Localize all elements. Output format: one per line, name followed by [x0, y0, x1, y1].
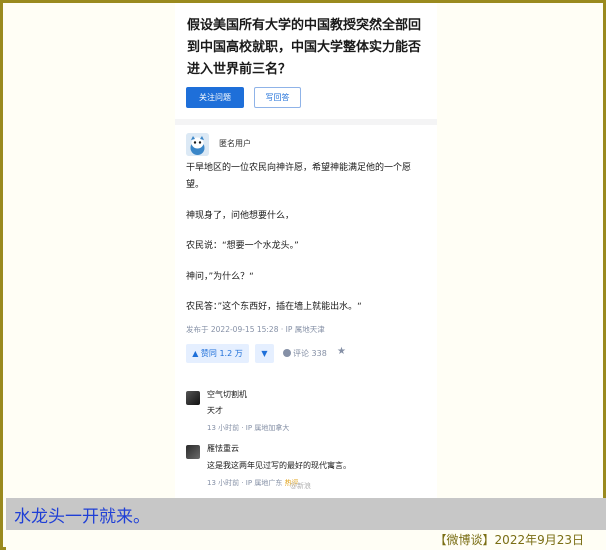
- footer-bar: 【微博谈】2022年9月23日: [6, 530, 606, 550]
- comment-button[interactable]: 评论 338: [283, 348, 327, 359]
- comment-count-label: 评论 338: [293, 349, 327, 358]
- answer-paragraph: 干旱地区的一位农民向神许愿，希望神能满足他的一个愿望。: [186, 163, 412, 190]
- answer-meta: 发布于 2022-09-15 15:28 · IP 属地天津: [186, 325, 325, 334]
- caption-bar: 水龙头一开就来。: [6, 498, 606, 530]
- section-divider: [175, 119, 437, 125]
- author-name[interactable]: 匿名用户: [219, 138, 251, 149]
- downvote-button[interactable]: ▼: [255, 344, 274, 363]
- write-answer-button[interactable]: 写回答: [254, 87, 301, 108]
- answer-paragraph: 神现身了，问他想要什么，: [186, 211, 295, 221]
- comment-bubble-icon: [283, 349, 291, 357]
- comment-meta: 13 小时前 · IP 属地加拿大: [207, 423, 289, 433]
- follow-question-button[interactable]: 关注问题: [186, 87, 244, 108]
- commenter-avatar[interactable]: [186, 445, 200, 459]
- commenter-avatar[interactable]: [186, 391, 200, 405]
- comment-meta: 13 小时前 · IP 属地广东 热评: [207, 478, 299, 488]
- weibo-watermark: @新浪: [290, 482, 311, 490]
- anonymous-avatar-icon[interactable]: [186, 133, 209, 156]
- commenter-name[interactable]: 雁怯重云: [207, 443, 239, 454]
- answer-paragraph: 农民答：”这个东西好，插在墙上就能出水。“: [186, 302, 362, 312]
- upvote-button[interactable]: ▲ 赞同 1.2 万: [186, 344, 249, 363]
- favorite-star-icon[interactable]: ★: [337, 346, 346, 357]
- footer-source-date: 【微博谈】2022年9月23日: [434, 533, 584, 547]
- question-title[interactable]: 假设美国所有大学的中国教授突然全部回到中国高校就职，中国大学整体实力能否进入世界…: [187, 15, 427, 81]
- comment-text: 这是我这两年见过写的最好的现代寓言。: [207, 461, 351, 470]
- comment-meta-text: 13 小时前 · IP 属地加拿大: [207, 424, 290, 432]
- commenter-name[interactable]: 空气切割机: [207, 389, 247, 400]
- comment-meta-text: 13 小时前 · IP 属地广东: [207, 479, 283, 487]
- comment-text: 天才: [207, 406, 223, 415]
- zhihu-screenshot: 假设美国所有大学的中国教授突然全部回到中国高校就职，中国大学整体实力能否进入世界…: [175, 3, 437, 498]
- page-frame: 假设美国所有大学的中国教授突然全部回到中国高校就职，中国大学整体实力能否进入世界…: [0, 0, 606, 550]
- answer-paragraph: 神问，”为什么？“: [186, 272, 254, 282]
- answer-paragraph: 农民说：“想要一个水龙头。”: [186, 241, 299, 251]
- caption-text: 水龙头一开就来。: [14, 507, 150, 527]
